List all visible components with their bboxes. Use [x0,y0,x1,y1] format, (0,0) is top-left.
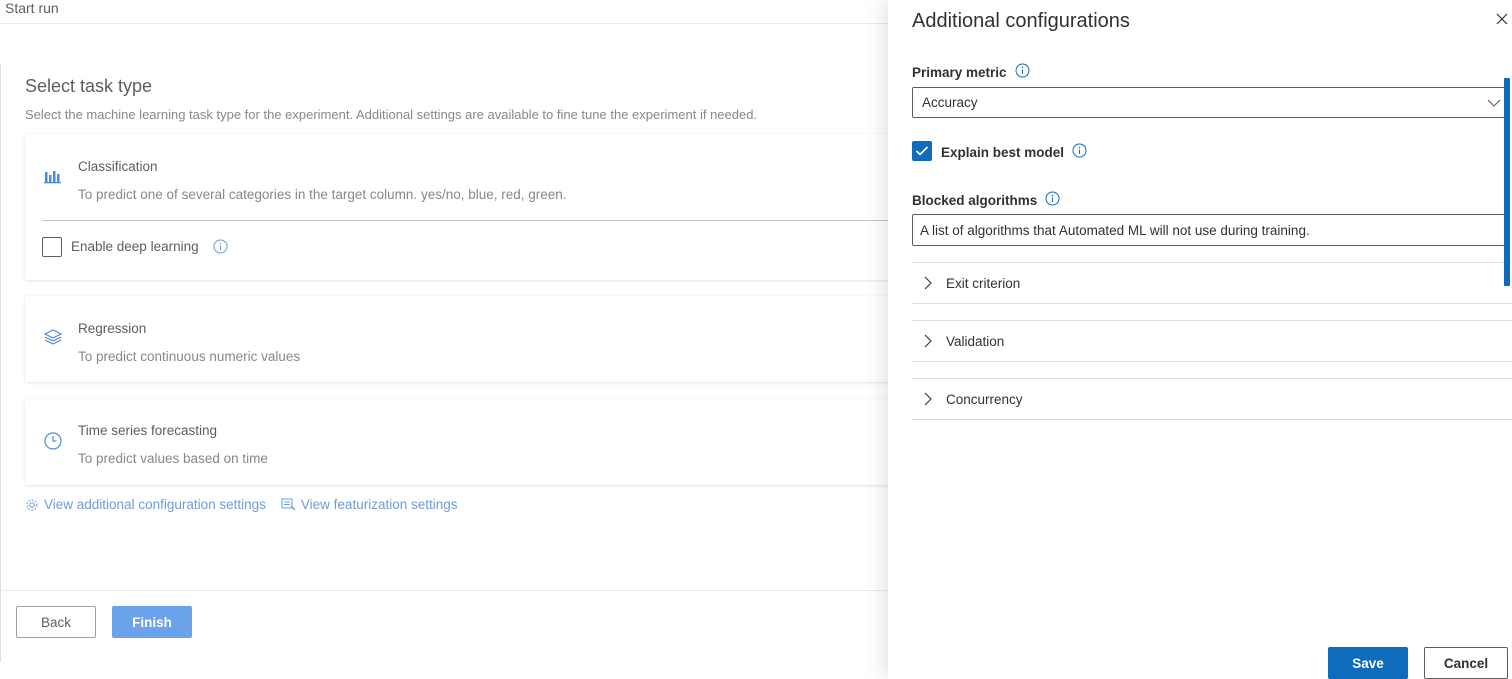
explain-best-model-label: Explain best model [941,143,1087,161]
scrollbar[interactable] [1504,78,1510,286]
task-title: Time series forecasting [78,423,218,438]
back-button[interactable]: Back [16,606,96,638]
panel-title: Additional configurations [912,10,1130,32]
view-featurization-label: View featurization settings [300,497,458,512]
primary-metric-dropdown[interactable]: Accuracy [912,87,1508,118]
checkmark-icon [915,146,929,156]
explain-best-model-checkbox[interactable] [912,141,932,161]
view-additional-configuration-label: View additional configuration settings [44,497,266,512]
chevron-right-icon [924,334,932,348]
task-subtitle: To predict one of several categories in … [78,187,567,202]
blocked-algorithms-value: A list of algorithms that Automated ML w… [920,223,1310,238]
info-icon[interactable] [1045,191,1060,209]
additional-configurations-panel: Additional configurations Primary metric… [888,0,1512,679]
concurrency-section[interactable]: Concurrency [912,378,1512,420]
validation-section[interactable]: Validation [912,320,1512,362]
blocked-algorithms-label-text: Blocked algorithms [912,192,1038,208]
chevron-right-icon [924,276,932,290]
info-icon[interactable] [213,239,228,254]
section-label: Validation [946,333,1005,349]
divider [42,220,905,221]
divider [0,64,1,662]
blocked-algorithms-label: Blocked algorithms [912,191,1060,209]
settings-links: View additional configuration settings V… [25,497,473,512]
task-title: Regression [78,321,147,336]
clock-icon [43,431,63,451]
bar-chart-icon [43,166,63,186]
primary-metric-label: Primary metric [912,63,1030,81]
primary-metric-label-text: Primary metric [912,64,1007,80]
info-icon[interactable] [1015,63,1030,81]
explain-best-model-label-text: Explain best model [941,144,1065,160]
section-label: Exit criterion [946,275,1021,291]
task-card-time-series-forecasting[interactable]: Time series forecasting To predict value… [25,399,905,485]
section-description: Select the machine learning task type fo… [25,107,758,122]
section-label: Concurrency [946,391,1023,407]
cancel-button[interactable]: Cancel [1424,647,1508,679]
view-featurization-link[interactable]: View featurization settings [281,497,458,512]
chevron-right-icon [924,392,932,406]
exit-criterion-section[interactable]: Exit criterion [912,262,1512,304]
finish-button[interactable]: Finish [112,606,192,638]
featurization-icon [281,498,296,510]
primary-metric-value: Accuracy [922,95,978,110]
blocked-algorithms-input[interactable]: A list of algorithms that Automated ML w… [912,214,1508,246]
layers-icon [43,327,63,347]
view-additional-configuration-link[interactable]: View additional configuration settings [25,497,266,512]
info-icon[interactable] [1072,143,1087,161]
task-subtitle: To predict continuous numeric values [78,349,301,364]
task-card-regression[interactable]: Regression To predict continuous numeric… [25,296,905,382]
enable-deep-learning-checkbox[interactable] [42,237,62,257]
section-heading: Select task type [25,76,153,96]
chevron-down-icon [1487,96,1501,111]
enable-deep-learning-label: Enable deep learning [71,239,199,254]
save-button[interactable]: Save [1328,647,1408,679]
task-subtitle: To predict values based on time [78,451,268,466]
page-title: Start run [5,0,59,16]
close-icon[interactable] [1495,12,1511,28]
gear-icon [26,499,38,510]
divider [0,590,888,591]
task-title: Classification [78,159,158,174]
task-card-classification[interactable]: Classification To predict one of several… [25,134,905,280]
